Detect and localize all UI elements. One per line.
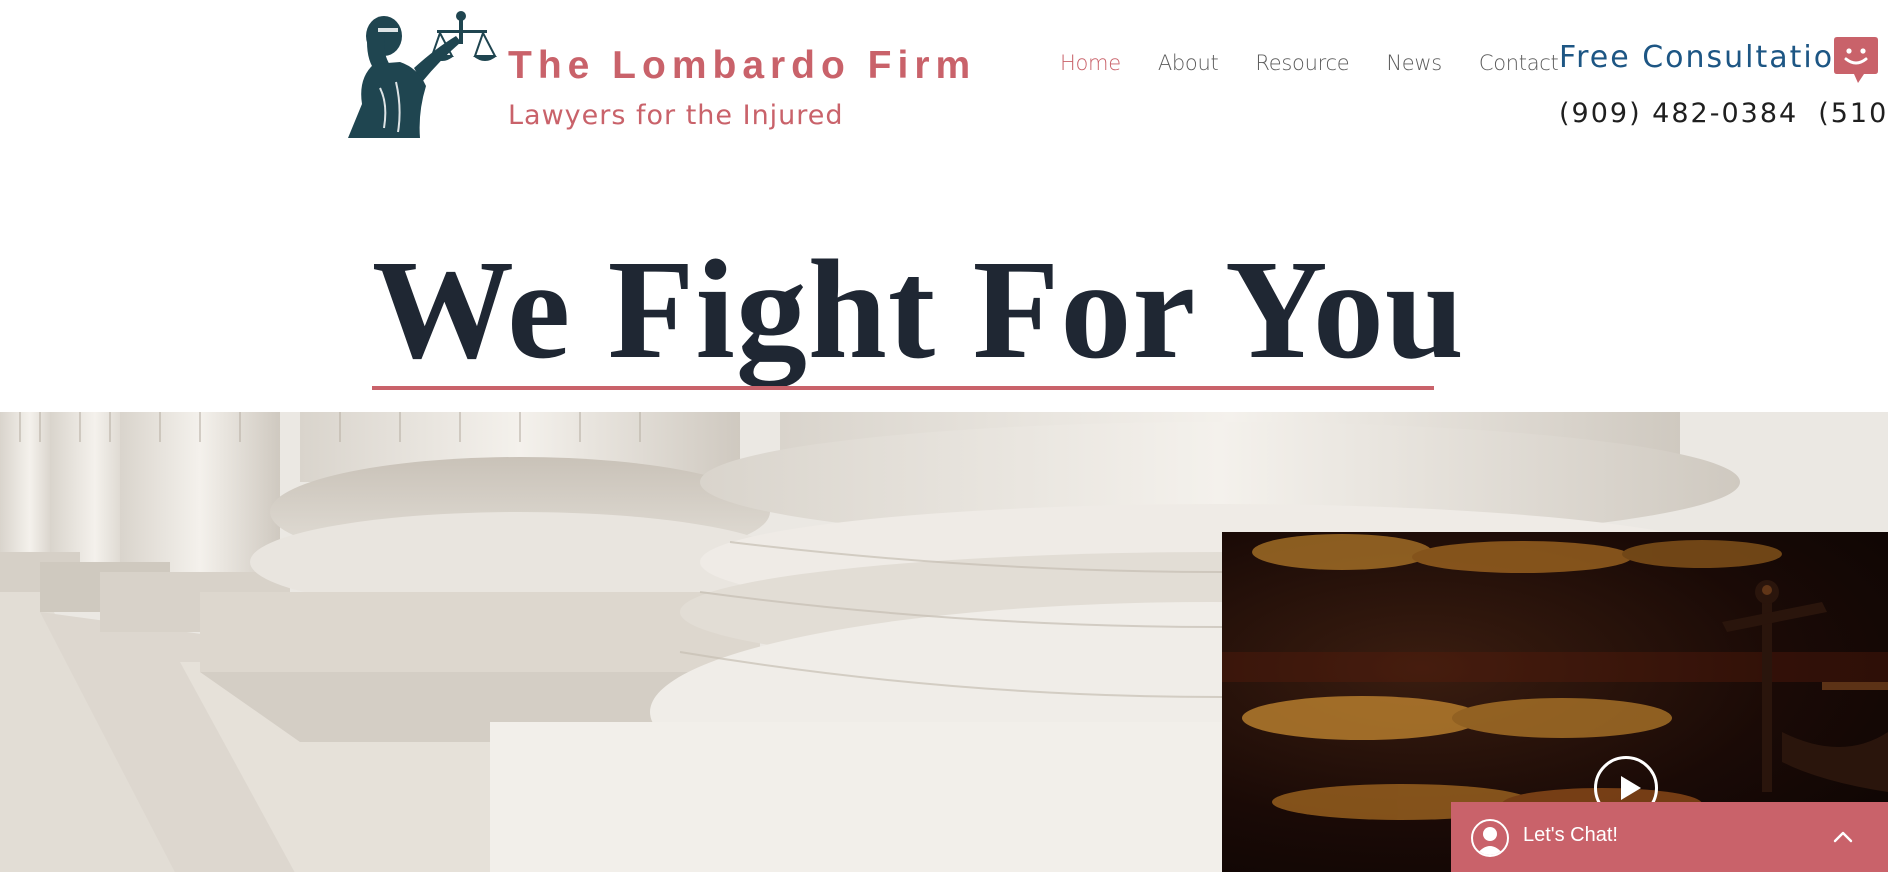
free-consultation-link[interactable]: Free Consultation [1559, 40, 1855, 75]
lady-justice-logo[interactable] [340, 8, 500, 140]
nav-item-about[interactable]: About [1158, 51, 1219, 75]
brand-tagline: Lawyers for the Injured [508, 100, 844, 131]
nav-item-home[interactable]: Home [1060, 51, 1121, 75]
nav-item-news[interactable]: News [1386, 51, 1442, 75]
chevron-up-icon[interactable] [1833, 828, 1853, 844]
chat-bubble-icon[interactable] [1834, 37, 1878, 83]
lady-justice-icon [348, 11, 497, 138]
phone-number-primary[interactable]: (909) 482-0384 [1559, 98, 1798, 129]
user-avatar-icon [1471, 819, 1509, 857]
chat-widget[interactable]: Let's Chat! [1451, 802, 1888, 872]
main-nav: Home About Resource News Contact [1060, 48, 1595, 78]
hero-title: We Fight For You [372, 230, 1465, 388]
hero-title-underline [372, 386, 1434, 390]
nav-item-resource[interactable]: Resource [1255, 51, 1349, 75]
chat-label: Let's Chat! [1523, 824, 1618, 846]
phone-numbers: (909) 482-0384 (510) 91 [1559, 98, 1888, 129]
brand-name[interactable]: The Lombardo Firm [508, 44, 976, 88]
nav-item-contact[interactable]: Contact [1479, 51, 1559, 75]
phone-number-secondary[interactable]: (510) 91 [1818, 98, 1888, 129]
